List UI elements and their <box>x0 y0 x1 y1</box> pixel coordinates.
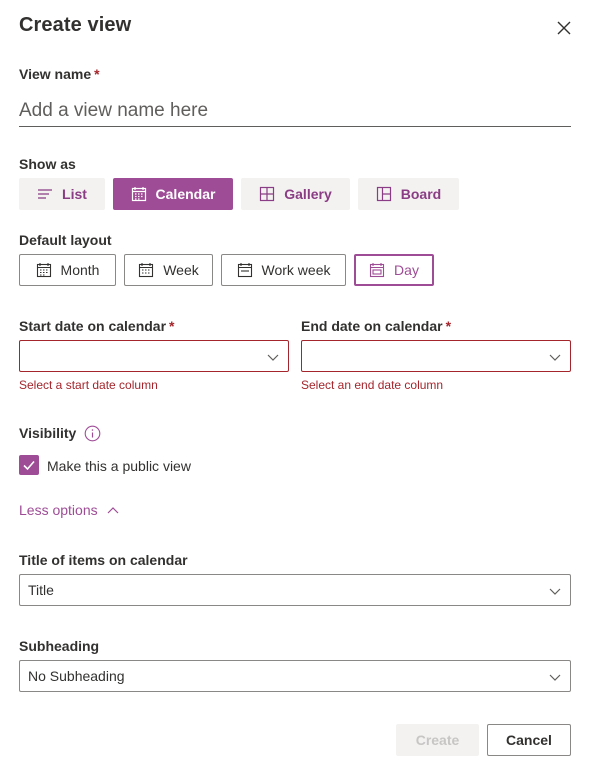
show-as-gallery-button[interactable]: Gallery <box>241 178 350 210</box>
default-layout-label: Default layout <box>19 232 112 248</box>
layout-week-label: Week <box>163 262 199 278</box>
subheading-value: No Subheading <box>28 668 125 684</box>
month-icon <box>36 263 51 278</box>
start-date-dropdown[interactable] <box>19 340 289 372</box>
week-icon <box>139 263 154 278</box>
show-as-list-label: List <box>62 186 87 202</box>
show-as-gallery-label: Gallery <box>284 186 332 202</box>
public-view-label[interactable]: Make this a public view <box>47 458 191 474</box>
visibility-label: Visibility <box>19 425 77 441</box>
end-date-label: End date on calendar * <box>301 318 451 334</box>
view-name-input[interactable] <box>19 96 571 127</box>
visibility-info-button[interactable] <box>84 425 101 442</box>
chevron-up-icon <box>107 507 119 514</box>
view-name-label: View name * <box>19 66 100 82</box>
list-icon <box>38 189 53 199</box>
start-date-label: Start date on calendar * <box>19 318 175 334</box>
subheading-dropdown[interactable]: No Subheading <box>19 660 571 692</box>
cancel-button[interactable]: Cancel <box>487 724 571 756</box>
show-as-calendar-button[interactable]: Calendar <box>113 178 233 210</box>
work-week-icon <box>237 263 252 278</box>
chevron-down-icon <box>267 354 279 361</box>
end-date-error: Select an end date column <box>301 378 444 392</box>
board-icon <box>376 186 391 202</box>
required-mark: * <box>94 66 100 82</box>
chevron-down-icon <box>549 674 561 681</box>
day-icon <box>369 263 385 278</box>
info-icon <box>84 425 101 442</box>
show-as-calendar-label: Calendar <box>155 186 216 202</box>
end-date-dropdown[interactable] <box>301 340 571 372</box>
layout-month-label: Month <box>60 262 100 278</box>
show-as-label: Show as <box>19 156 76 172</box>
layout-week-button[interactable]: Week <box>124 254 213 286</box>
required-mark: * <box>445 318 452 334</box>
layout-day-label: Day <box>394 262 419 278</box>
view-name-label-text: View name <box>19 66 92 82</box>
title-of-items-value: Title <box>28 582 54 598</box>
panel-title: Create view <box>19 14 132 36</box>
layout-day-button[interactable]: Day <box>354 254 434 286</box>
chevron-down-icon <box>549 354 561 361</box>
public-view-checkbox[interactable] <box>19 455 39 475</box>
calendar-icon <box>131 187 146 202</box>
start-date-label-text: Start date on calendar <box>19 318 167 334</box>
close-icon <box>557 21 571 35</box>
layout-work-week-button[interactable]: Work week <box>221 254 346 286</box>
subheading-label: Subheading <box>19 638 100 654</box>
less-options-label: Less options <box>19 502 98 518</box>
less-options-toggle[interactable]: Less options <box>19 502 120 518</box>
title-of-items-label: Title of items on calendar <box>19 552 188 568</box>
end-date-label-text: End date on calendar <box>301 318 443 334</box>
layout-work-week-label: Work week <box>261 262 331 278</box>
chevron-down-icon <box>549 588 561 595</box>
close-button[interactable] <box>553 17 575 39</box>
create-button[interactable]: Create <box>396 724 479 756</box>
start-date-error: Select a start date column <box>19 378 158 392</box>
layout-month-button[interactable]: Month <box>19 254 116 286</box>
show-as-board-label: Board <box>400 186 442 202</box>
show-as-board-button[interactable]: Board <box>358 178 459 210</box>
required-mark: * <box>169 318 175 334</box>
show-as-list-button[interactable]: List <box>19 178 105 210</box>
gallery-icon <box>260 186 275 202</box>
checkmark-icon <box>23 460 35 471</box>
title-of-items-dropdown[interactable]: Title <box>19 574 571 606</box>
